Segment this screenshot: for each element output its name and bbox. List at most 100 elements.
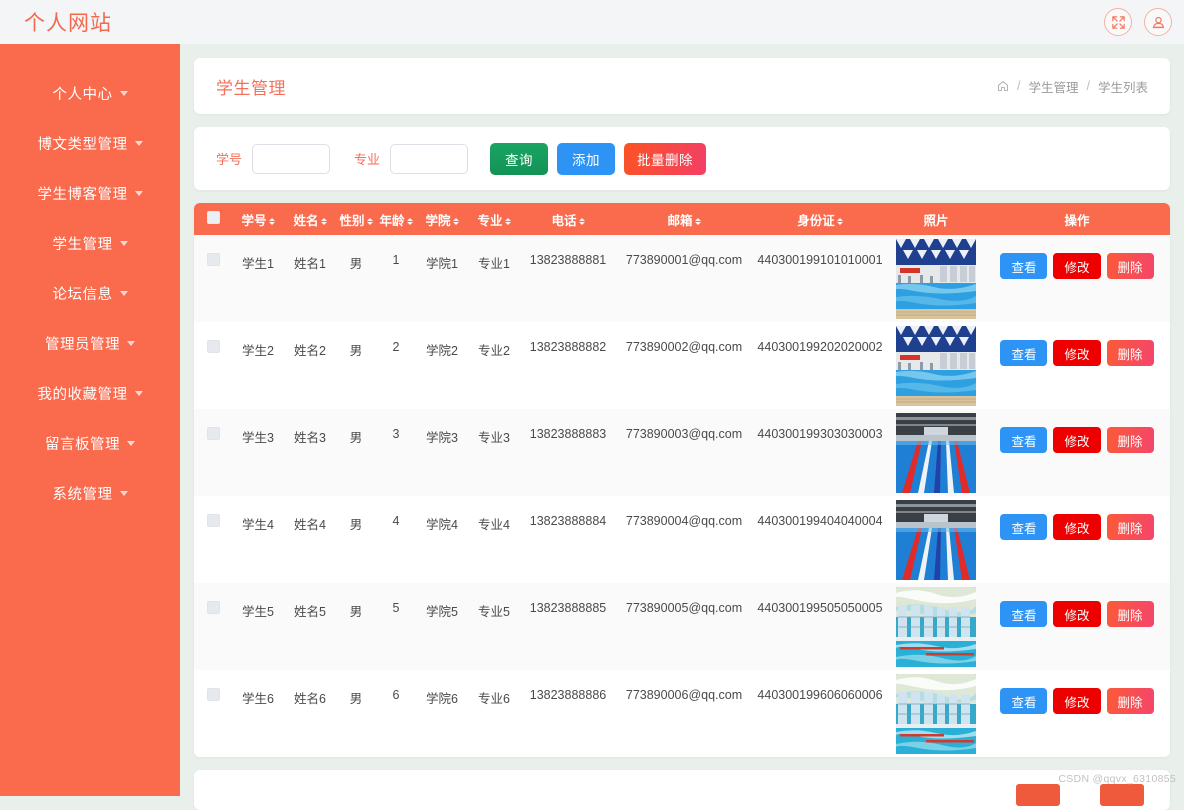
row-checkbox[interactable] bbox=[207, 340, 220, 353]
row-checkbox[interactable] bbox=[207, 688, 220, 701]
pagination-button-2[interactable] bbox=[1100, 784, 1144, 806]
select-all-checkbox[interactable] bbox=[207, 211, 220, 224]
cell-email: 773890006@qq.com bbox=[616, 670, 752, 757]
cell-email: 773890002@qq.com bbox=[616, 322, 752, 409]
cell-photo bbox=[888, 583, 984, 670]
row-checkbox[interactable] bbox=[207, 253, 220, 266]
chevron-down-icon bbox=[127, 441, 135, 446]
sort-icon[interactable] bbox=[321, 218, 327, 225]
edit-button[interactable]: 修改 bbox=[1053, 514, 1100, 540]
cell-student-id: 学生5 bbox=[232, 583, 284, 670]
cell-major: 专业3 bbox=[468, 409, 520, 496]
table-head: 学号姓名性别年龄学院专业电话邮箱身份证照片操作 bbox=[194, 203, 1170, 235]
table-row: 学生6姓名6男6学院6专业613823888886773890006@qq.co… bbox=[194, 670, 1170, 757]
row-checkbox[interactable] bbox=[207, 427, 220, 440]
column-header-label: 身份证 bbox=[797, 214, 835, 228]
sort-icon[interactable] bbox=[505, 218, 511, 225]
pagination-buttons bbox=[1016, 784, 1144, 806]
row-checkbox[interactable] bbox=[207, 514, 220, 527]
column-header-5[interactable]: 学院 bbox=[416, 203, 468, 235]
student-photo[interactable] bbox=[896, 674, 976, 754]
cell-id-card: 440300199606060006 bbox=[752, 670, 888, 757]
column-header-label: 电话 bbox=[551, 214, 576, 228]
column-header-2[interactable]: 姓名 bbox=[284, 203, 336, 235]
edit-button[interactable]: 修改 bbox=[1053, 340, 1100, 366]
cell-college: 学院3 bbox=[416, 409, 468, 496]
student-id-input[interactable] bbox=[252, 144, 330, 174]
sidebar-item-label: 个人中心 bbox=[53, 83, 113, 104]
edit-button[interactable]: 修改 bbox=[1053, 601, 1100, 627]
column-header-7[interactable]: 电话 bbox=[520, 203, 616, 235]
column-header-4[interactable]: 年龄 bbox=[376, 203, 416, 235]
sidebar-item-8[interactable]: 系统管理 bbox=[0, 468, 180, 518]
query-button[interactable]: 查询 bbox=[490, 143, 548, 175]
add-button[interactable]: 添加 bbox=[557, 143, 615, 175]
view-button[interactable]: 查看 bbox=[1000, 601, 1047, 627]
pagination-button-1[interactable] bbox=[1016, 784, 1060, 806]
sort-icon[interactable] bbox=[695, 218, 701, 225]
row-checkbox[interactable] bbox=[207, 601, 220, 614]
user-icon[interactable] bbox=[1144, 8, 1172, 36]
cell-student-id: 学生3 bbox=[232, 409, 284, 496]
cell-id-card: 440300199202020002 bbox=[752, 322, 888, 409]
view-button[interactable]: 查看 bbox=[1000, 340, 1047, 366]
sidebar-item-2[interactable]: 学生博客管理 bbox=[0, 168, 180, 218]
fullscreen-icon[interactable] bbox=[1104, 8, 1132, 36]
edit-button[interactable]: 修改 bbox=[1053, 427, 1100, 453]
sidebar-item-3[interactable]: 学生管理 bbox=[0, 218, 180, 268]
delete-button[interactable]: 删除 bbox=[1107, 253, 1154, 279]
delete-button[interactable]: 删除 bbox=[1107, 688, 1154, 714]
cell-gender: 男 bbox=[336, 670, 376, 757]
column-header-label: 性别 bbox=[339, 214, 364, 228]
cell-phone: 13823888884 bbox=[520, 496, 616, 583]
student-photo[interactable] bbox=[896, 413, 976, 493]
breadcrumb-item-1[interactable]: 学生列表 bbox=[1098, 77, 1148, 96]
column-header-6[interactable]: 专业 bbox=[468, 203, 520, 235]
view-button[interactable]: 查看 bbox=[1000, 253, 1047, 279]
sort-icon[interactable] bbox=[407, 218, 413, 225]
view-button[interactable]: 查看 bbox=[1000, 514, 1047, 540]
cell-gender: 男 bbox=[336, 409, 376, 496]
app-brand: 个人网站 bbox=[24, 7, 112, 37]
sort-icon[interactable] bbox=[367, 218, 373, 225]
edit-button[interactable]: 修改 bbox=[1053, 253, 1100, 279]
delete-button[interactable]: 删除 bbox=[1107, 514, 1154, 540]
breadcrumb-separator-2: / bbox=[1087, 79, 1090, 93]
delete-button[interactable]: 删除 bbox=[1107, 340, 1154, 366]
student-photo[interactable] bbox=[896, 500, 976, 580]
sort-icon[interactable] bbox=[269, 218, 275, 225]
student-photo[interactable] bbox=[896, 587, 976, 667]
cell-student-id: 学生4 bbox=[232, 496, 284, 583]
sidebar-item-1[interactable]: 博文类型管理 bbox=[0, 118, 180, 168]
column-header-8[interactable]: 邮箱 bbox=[616, 203, 752, 235]
student-photo[interactable] bbox=[896, 326, 976, 406]
cell-id-card: 440300199404040004 bbox=[752, 496, 888, 583]
column-header-9[interactable]: 身份证 bbox=[752, 203, 888, 235]
delete-button[interactable]: 删除 bbox=[1107, 601, 1154, 627]
cell-email: 773890001@qq.com bbox=[616, 235, 752, 322]
sort-icon[interactable] bbox=[579, 218, 585, 225]
delete-button[interactable]: 删除 bbox=[1107, 427, 1154, 453]
column-header-1[interactable]: 学号 bbox=[232, 203, 284, 235]
sidebar-item-5[interactable]: 管理员管理 bbox=[0, 318, 180, 368]
sidebar-item-4[interactable]: 论坛信息 bbox=[0, 268, 180, 318]
sidebar-item-0[interactable]: 个人中心 bbox=[0, 68, 180, 118]
filter-bar: 学号 专业 查询 添加 批量删除 bbox=[194, 127, 1170, 190]
sort-icon[interactable] bbox=[453, 218, 459, 225]
sort-icon[interactable] bbox=[837, 218, 843, 225]
student-photo[interactable] bbox=[896, 239, 976, 319]
view-button[interactable]: 查看 bbox=[1000, 688, 1047, 714]
cell-email: 773890005@qq.com bbox=[616, 583, 752, 670]
sidebar-item-6[interactable]: 我的收藏管理 bbox=[0, 368, 180, 418]
page-title: 学生管理 bbox=[216, 74, 286, 99]
chevron-down-icon bbox=[120, 91, 128, 96]
column-header-3[interactable]: 性别 bbox=[336, 203, 376, 235]
major-input[interactable] bbox=[390, 144, 468, 174]
cell-student-id: 学生1 bbox=[232, 235, 284, 322]
home-icon[interactable] bbox=[997, 80, 1009, 92]
edit-button[interactable]: 修改 bbox=[1053, 688, 1100, 714]
sidebar-item-7[interactable]: 留言板管理 bbox=[0, 418, 180, 468]
view-button[interactable]: 查看 bbox=[1000, 427, 1047, 453]
batch-delete-button[interactable]: 批量删除 bbox=[624, 143, 706, 175]
breadcrumb-item-0[interactable]: 学生管理 bbox=[1028, 77, 1078, 96]
